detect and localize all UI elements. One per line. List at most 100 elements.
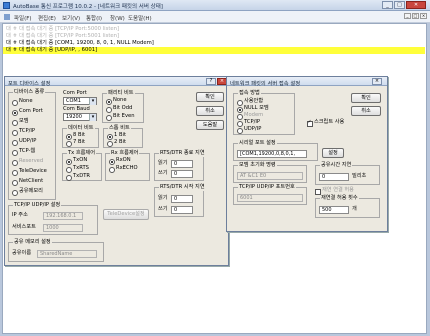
dialog2-titlebar[interactable]: 네트워크 패킷의 서버 접속 설정 × — [227, 77, 387, 87]
log-line: 대 ㅎ 대 접속 대기 중 [UDP/IP, , 6001] — [3, 47, 425, 54]
com-port-label: Com Port — [63, 90, 87, 96]
menu-window[interactable]: 창(W) — [110, 14, 125, 22]
write-start-input[interactable]: 0 — [171, 206, 193, 214]
rx-radio[interactable]: RxECHO — [109, 165, 138, 173]
shared-memory-group: 공유 메모리 설정 공유이름 SharedName — [8, 239, 104, 262]
stop-bits-group: 스톱 비트 1 Bit 2 Bit — [103, 125, 143, 148]
data-radio[interactable]: 7 Bit — [66, 139, 85, 147]
rx-flow-label: Rx 흐름제어 — [110, 150, 140, 157]
port-device-dialog: 포트 디바이스 설정 ? × 디바이스 종류 None Com Port 모뎀 TCP… — [4, 76, 229, 266]
read-start-input[interactable]: 0 — [171, 195, 193, 203]
write-delay-input[interactable]: 0 — [171, 170, 193, 178]
menu-view[interactable]: 보기(V) — [62, 14, 80, 22]
device-radio[interactable]: 공유메모리 — [12, 188, 43, 196]
cancel-button[interactable]: 취소 — [196, 106, 224, 116]
device-radio[interactable]: Com Port — [12, 108, 43, 116]
conn-radio[interactable]: 사용안함 — [237, 98, 263, 106]
device-radio[interactable]: TCP-웹 — [12, 148, 35, 156]
reconnect-input[interactable]: 500 — [319, 206, 349, 214]
device-radio[interactable]: TeleDevice — [12, 168, 47, 176]
tx-radio[interactable]: TxDTR — [66, 173, 90, 181]
shared-name-input[interactable]: SharedName — [37, 250, 97, 258]
rts-dtr-start-group: RTS/DTR 시작 지연 읽기 0 쓰기 0 — [154, 184, 206, 217]
connection-method-label: 접속 방법 — [238, 90, 261, 97]
doc-restore-button[interactable]: □ — [412, 13, 419, 19]
serial-port-input[interactable]: [COM1,19200,0,8,0,1, — [237, 150, 307, 158]
tcp-port-input[interactable]: 6001 — [237, 194, 303, 202]
service-port-input[interactable]: 1000 — [43, 224, 83, 232]
stop-radio[interactable]: 2 Bit — [107, 139, 126, 147]
stop-radio[interactable]: 1 Bit — [107, 132, 126, 140]
conn-radio[interactable]: UDP/IP — [237, 126, 261, 134]
stop-bits-label: 스톱 비트 — [108, 125, 131, 132]
data-bits-group: 데이터 비트 8 Bit 7 Bit — [62, 125, 99, 148]
data-bits-label: 데이터 비트 — [67, 125, 95, 132]
shared-name-label: 공유이름 — [12, 250, 32, 256]
dialog2-close-button[interactable]: × — [372, 78, 382, 85]
tx-flow-label: Tx 흐름제어 — [67, 150, 96, 157]
device-radio[interactable]: NetClient — [12, 178, 43, 186]
tx-radio[interactable]: TxON — [66, 157, 87, 165]
conn-radio[interactable]: Modem — [237, 112, 263, 120]
rts-dtr-end-label: RTS/DTR 종료 지연 — [159, 150, 206, 157]
menu-file[interactable]: 파일(F) — [14, 14, 32, 22]
idle-delay-input[interactable]: 0 — [319, 173, 349, 181]
connection-method-group: 접속 방법 사용안함 NULL 모뎀 Modem TCP/IP UDP/IP — [233, 90, 295, 135]
tx-radio[interactable]: TxRTS — [66, 165, 89, 173]
tx-flow-group: Tx 흐름제어 TxON TxRTS TxDTR — [62, 150, 102, 181]
device-radio[interactable]: TCP/IP — [12, 128, 35, 136]
menu-edit[interactable]: 편집(E) — [38, 14, 56, 22]
maximize-button[interactable]: □ — [394, 1, 405, 9]
rx-radio[interactable]: RxON — [109, 157, 131, 165]
ok-button[interactable]: 확인 — [196, 92, 224, 102]
app-title: AutoBase 통신 프로그램 10.0.2 - [네트워크 패킷의 서버 상… — [13, 4, 163, 10]
idle-delay-label: 공유시간 지연 — [320, 162, 353, 169]
device-radio[interactable]: Reserved — [12, 158, 43, 166]
parity-radio[interactable]: Bit Odd — [106, 105, 132, 113]
dialog1-titlebar[interactable]: 포트 디바이스 설정 ? × — [5, 77, 228, 87]
ip-address-input[interactable]: 192.168.0.1 — [43, 212, 83, 220]
menu-help[interactable]: 도움말(H) — [128, 14, 152, 22]
com-baud-select[interactable]: 19200 — [63, 113, 97, 121]
modem-init-label: 모뎀 초기화 명령 — [238, 162, 277, 169]
reconnect-checkbox[interactable]: 재연 연결 허용 — [315, 187, 354, 195]
device-radio[interactable]: UDP/IP — [12, 138, 36, 146]
teledevice-settings-button[interactable]: TeleDevice설정 — [103, 209, 149, 220]
conn-radio[interactable]: TCP/IP — [237, 119, 260, 127]
serial-settings-button[interactable]: 설정 — [322, 148, 344, 158]
parity-label: 패리티 비트 — [107, 90, 135, 97]
tcp-port-group: TCP/IP UDP/IP 포트번호 6001 — [233, 184, 307, 205]
close-button[interactable]: ✕ — [406, 1, 426, 9]
menu-bar: 파일(F) 편집(E) 보기(V) 통합(I) 창(W) 도움말(H) _ □ … — [0, 11, 430, 23]
reconnect-group: 재연결 허용 횟수 500 개 — [315, 195, 380, 218]
parity-radio[interactable]: None — [106, 97, 127, 105]
help-button[interactable]: 도움말 — [196, 120, 224, 130]
parity-radio[interactable]: Bit Even — [106, 113, 135, 121]
dialog1-help-icon[interactable]: ? — [206, 78, 216, 85]
device-radio[interactable]: 모뎀 — [12, 118, 29, 126]
com-port-select[interactable]: COM1 — [63, 97, 97, 105]
dialog2-cancel-button[interactable]: 취소 — [351, 106, 381, 116]
read-delay-input[interactable]: 0 — [171, 160, 193, 168]
doc-close-button[interactable]: × — [420, 13, 427, 19]
use-script-checkbox[interactable]: 스크립트 사용 — [307, 119, 344, 127]
menu-integrate[interactable]: 통합(I) — [86, 14, 102, 22]
modem-init-input[interactable]: AT &C1 E0 — [237, 172, 303, 180]
reconnect-label: 재연결 허용 횟수 — [320, 195, 359, 202]
conn-radio[interactable]: NULL 모뎀 — [237, 105, 269, 113]
log-line: 대 ㅎ 대 접속 대기 중 [COM1, 19200, 8, 0, 1, NUL… — [6, 40, 154, 46]
app-titlebar[interactable]: AutoBase 통신 프로그램 10.0.2 - [네트워크 패킷의 서버 상… — [0, 0, 430, 11]
dialog2-ok-button[interactable]: 확인 — [351, 93, 381, 103]
rts-dtr-start-label: RTS/DTR 시작 지연 — [159, 184, 206, 191]
log-line: 대 ㅎ 대 접속 대기 중 [TCP/IP Port:5000 listen] — [6, 26, 120, 32]
dialog2-title: 네트워크 패킷의 서버 접속 설정 — [230, 80, 301, 87]
parity-group: 패리티 비트 None Bit Odd Bit Even — [102, 90, 144, 123]
modem-init-group: 모뎀 초기화 명령 AT &C1 E0 — [233, 162, 307, 183]
data-radio[interactable]: 8 Bit — [66, 132, 85, 140]
minimize-button[interactable]: _ — [382, 1, 393, 9]
server-connection-dialog: 네트워크 패킷의 서버 접속 설정 × 접속 방법 사용안함 NULL 모뎀 Mod… — [226, 76, 388, 232]
device-radio[interactable]: None — [12, 98, 33, 106]
serial-port-group: 시리얼 포트 설정 [COM1,19200,0,8,0,1, — [233, 140, 318, 161]
device-type-label: 디바이스 종류 — [13, 89, 46, 96]
doc-minimize-button[interactable]: _ — [404, 13, 411, 19]
